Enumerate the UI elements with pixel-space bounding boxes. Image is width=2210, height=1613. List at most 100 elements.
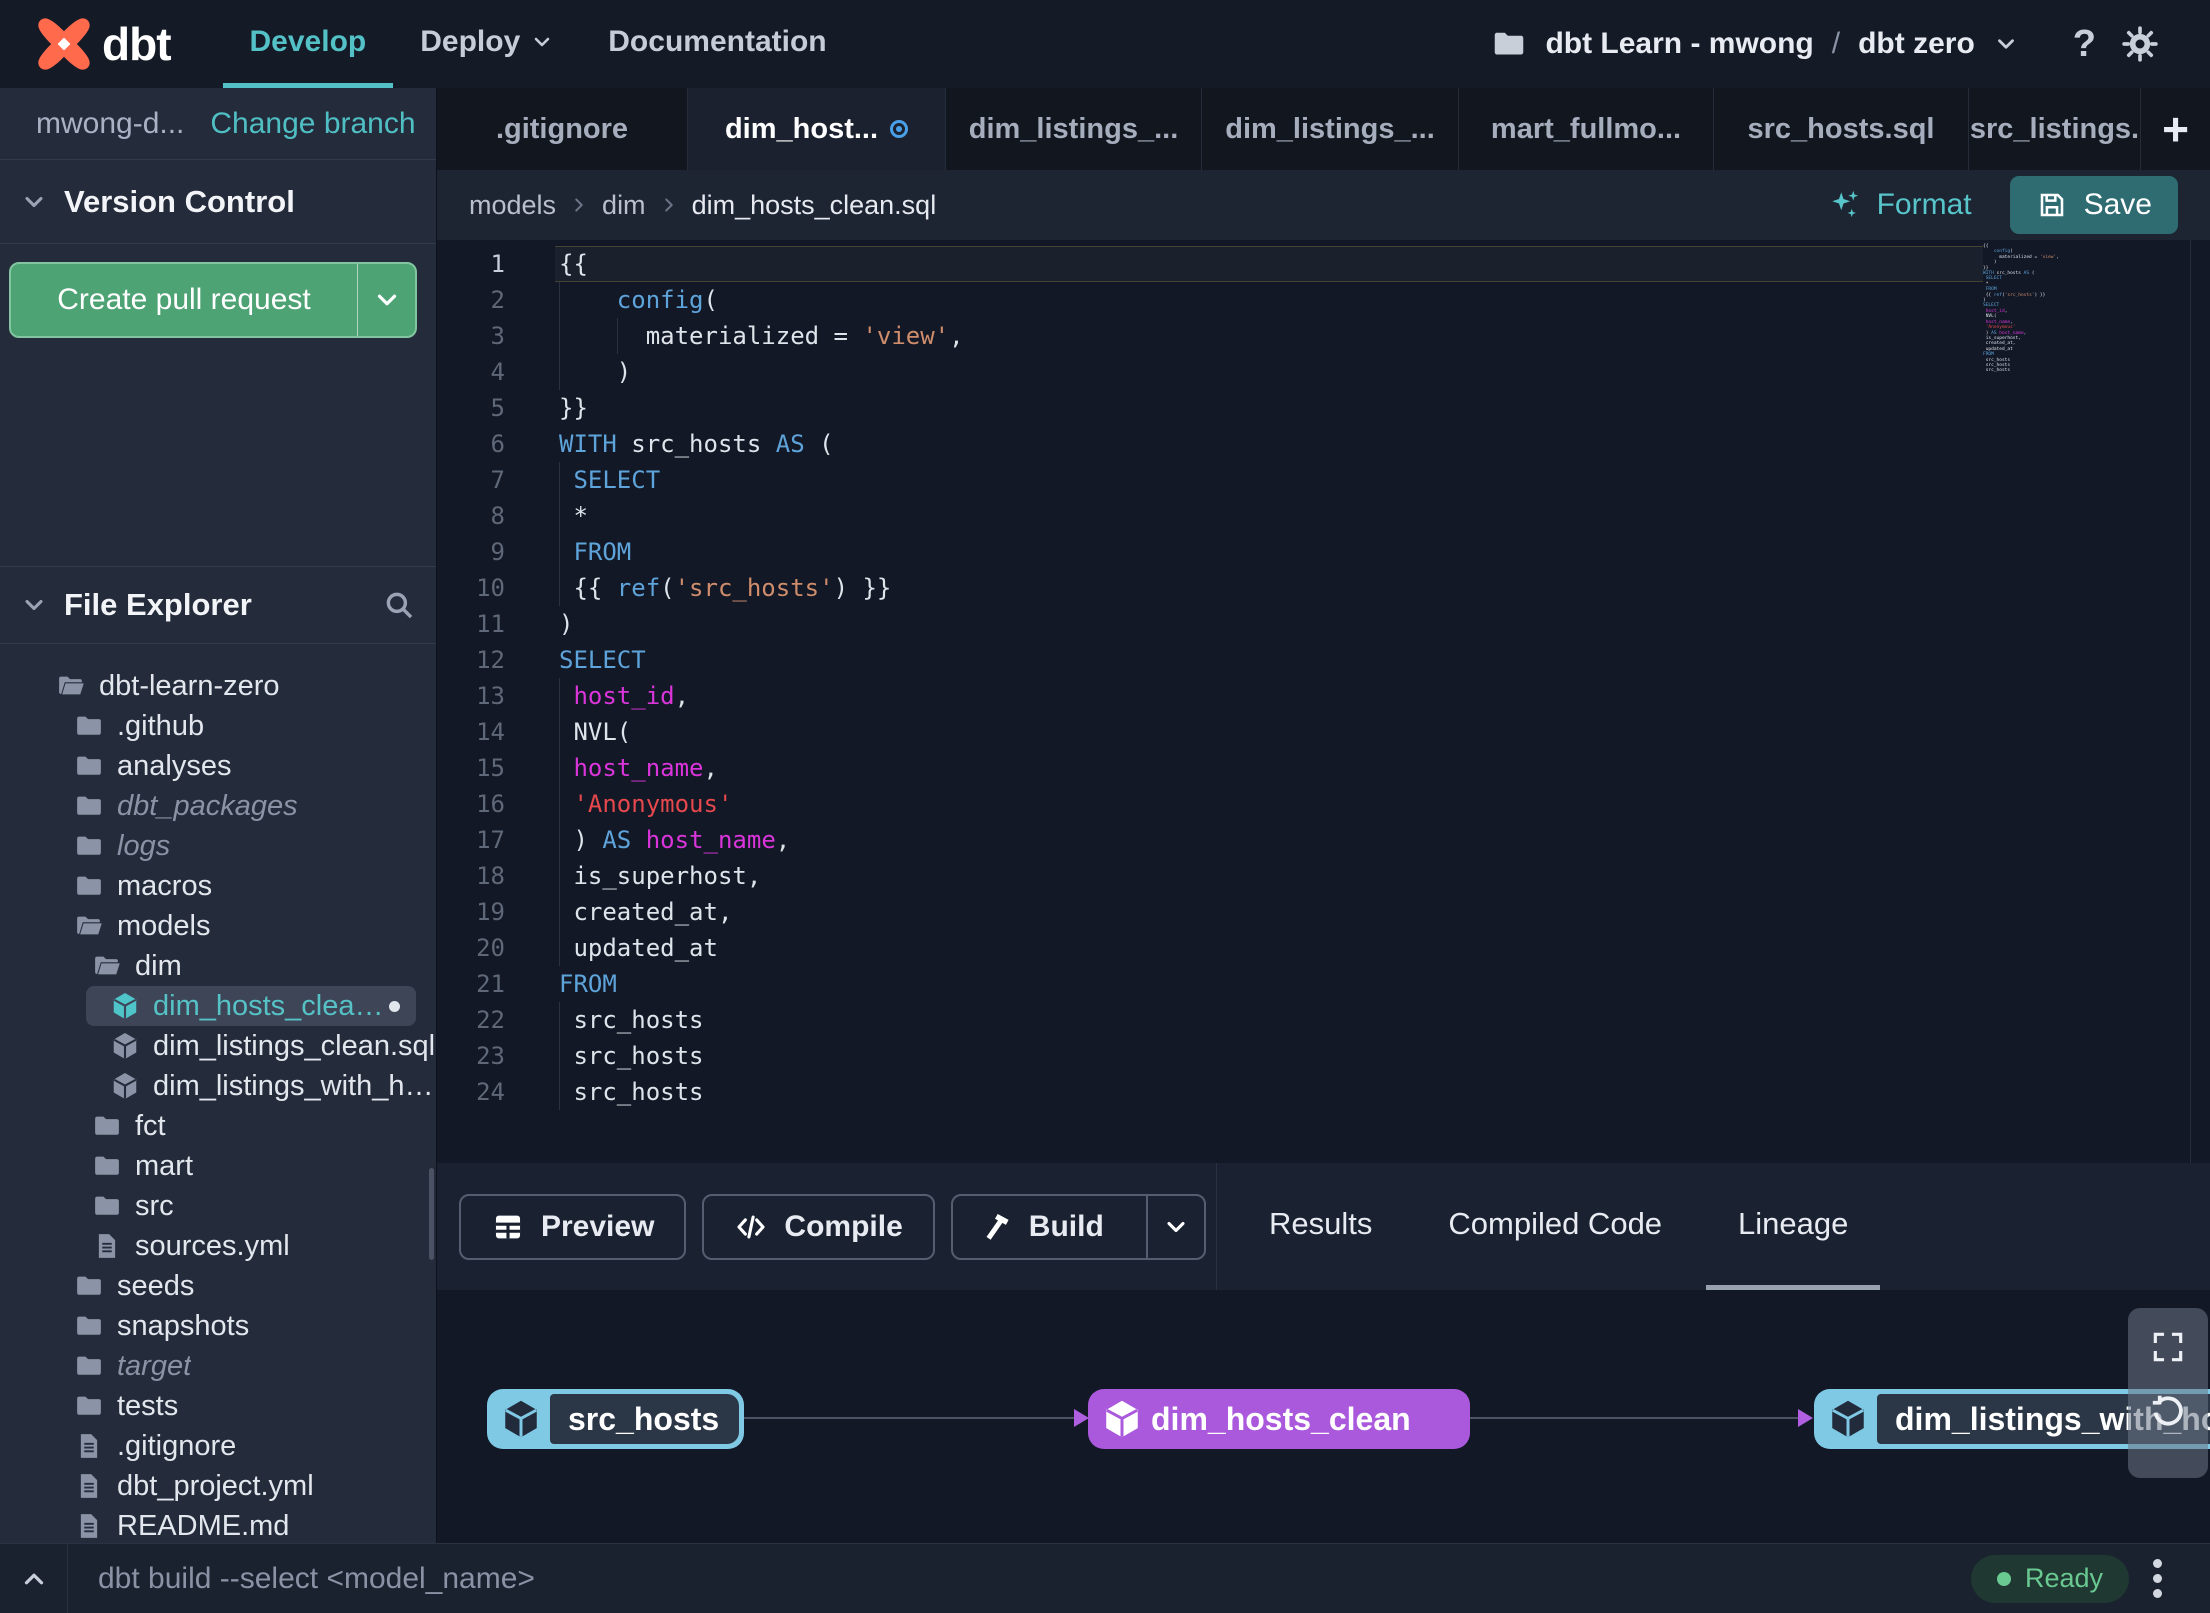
- change-branch-link[interactable]: Change branch: [210, 107, 415, 141]
- nav-develop[interactable]: Develop: [222, 0, 394, 88]
- chevron-down-icon: [372, 285, 402, 315]
- minimap-line: src_hosts: [1983, 368, 2011, 374]
- nav-documentation[interactable]: Documentation: [581, 0, 853, 88]
- file-tree-item[interactable]: analyses: [0, 746, 436, 786]
- compile-button[interactable]: Compile: [702, 1193, 935, 1260]
- dbt-logo[interactable]: dbt: [0, 16, 172, 72]
- chevron-down-icon: [1162, 1213, 1190, 1241]
- editor-tab[interactable]: src_listings.: [1969, 88, 2141, 170]
- file-tree-item[interactable]: dbt_packages: [0, 786, 436, 826]
- create-pull-request-button[interactable]: Create pull request: [9, 262, 417, 338]
- file-tree-item[interactable]: tests: [0, 1386, 436, 1426]
- help-icon[interactable]: ?: [2073, 23, 2096, 66]
- gear-icon[interactable]: [2120, 24, 2160, 64]
- lineage-node[interactable]: dim_hosts_clean: [1088, 1389, 1470, 1449]
- format-button[interactable]: Format: [1827, 187, 1972, 223]
- line-number: 11: [476, 610, 505, 638]
- lineage-node-label: src_hosts: [568, 1400, 720, 1437]
- code-area[interactable]: {{ config( materialized = 'view', )}} WIT…: [555, 246, 1983, 1110]
- lineage-edge: [744, 1417, 1074, 1419]
- nav-right-cluster: dbt Learn - mwong / dbt zero ?: [1491, 23, 2210, 66]
- panel-tab-lineage[interactable]: Lineage: [1706, 1163, 1881, 1290]
- kebab-menu-icon[interactable]: [2149, 1555, 2166, 1602]
- code-line: created_at,: [555, 894, 1983, 930]
- expand-command-bar-button[interactable]: [0, 1544, 68, 1613]
- folder-icon: [74, 791, 104, 821]
- build-button[interactable]: Build: [950, 1193, 1206, 1260]
- fullscreen-icon[interactable]: [2149, 1328, 2187, 1366]
- file-name: README.md: [117, 1509, 290, 1542]
- status-dot-icon: [1996, 1571, 2011, 1586]
- lineage-node-label: dim_hosts_clean: [1151, 1400, 1411, 1437]
- file-tree-item[interactable]: dim_listings_with_hosts...: [0, 1066, 436, 1106]
- editor-tab[interactable]: dim_listings_...: [946, 88, 1202, 170]
- file-tree-item[interactable]: dim_listings_clean.sql: [0, 1026, 436, 1066]
- status-right: Ready: [1970, 1554, 2210, 1603]
- editor-tab[interactable]: mart_fullmo...: [1459, 88, 1714, 170]
- file-tree-item[interactable]: dim_hosts_clean.sql: [86, 986, 416, 1026]
- create-pr-dropdown[interactable]: [357, 264, 415, 336]
- editor-tab[interactable]: dim_host...: [688, 88, 946, 170]
- file-tree-item[interactable]: mart: [0, 1146, 436, 1186]
- file-name: dbt-learn-zero: [99, 669, 280, 702]
- code-line: {{ ref('src_hosts') }}: [555, 570, 1983, 606]
- editor-tab[interactable]: .gitignore: [437, 88, 688, 170]
- file-tree-item[interactable]: macros: [0, 866, 436, 906]
- file-name: dim_listings_clean.sql: [153, 1029, 436, 1062]
- file-tree-item[interactable]: sources.yml: [0, 1226, 436, 1266]
- file-explorer-section[interactable]: File Explorer: [0, 566, 436, 644]
- line-number: 13: [476, 682, 505, 710]
- file-tree-item[interactable]: .github: [0, 706, 436, 746]
- file-tree-item[interactable]: .gitignore: [0, 1426, 436, 1466]
- search-icon[interactable]: [382, 588, 416, 622]
- editor-tab[interactable]: dim_listings_...: [1202, 88, 1459, 170]
- panel-tab-compiled-code[interactable]: Compiled Code: [1416, 1163, 1694, 1290]
- file-tree-item[interactable]: target: [0, 1346, 436, 1386]
- tab-label: mart_fullmo...: [1490, 112, 1682, 145]
- branch-row: mwong-d... Change branch: [0, 88, 436, 160]
- breadcrumb-item: dim: [602, 189, 646, 220]
- file-tree-item[interactable]: models: [0, 906, 436, 946]
- hammer-icon: [979, 1210, 1013, 1244]
- new-tab-button[interactable]: +: [2141, 88, 2210, 170]
- file-tree-item[interactable]: snapshots: [0, 1306, 436, 1346]
- file-tree-item[interactable]: src: [0, 1186, 436, 1226]
- indent-guide: [559, 1002, 560, 1038]
- line-number: 18: [476, 862, 505, 890]
- build-dropdown[interactable]: [1145, 1195, 1204, 1258]
- file-tree-item[interactable]: logs: [0, 826, 436, 866]
- file-tree-item[interactable]: dim: [0, 946, 436, 986]
- version-control-section[interactable]: Version Control: [0, 160, 436, 244]
- preview-button[interactable]: Preview: [459, 1193, 687, 1260]
- editor-scrollbar-track[interactable]: [2190, 240, 2191, 1163]
- editor-tab-bar: .gitignore dim_host... dim_listings_... dim…: [437, 88, 2210, 170]
- file-tree-item[interactable]: dbt_project.yml: [0, 1466, 436, 1506]
- tab-label: src_listings.: [1969, 112, 2140, 145]
- sidebar-scrollbar[interactable]: [429, 1168, 434, 1260]
- save-button[interactable]: Save: [2009, 176, 2178, 234]
- code-editor: 1 2 3 4 5 6 7 8 9 10 11 12 13 14 15 16 17 18 19 20 21 22 23 24 …: [437, 240, 2210, 1163]
- line-number: 23: [476, 1042, 505, 1070]
- refresh-icon[interactable]: [2149, 1392, 2187, 1430]
- lineage-node[interactable]: src_hosts: [487, 1389, 744, 1449]
- line-number: 22: [476, 1006, 505, 1034]
- nav-deploy-label: Deploy: [420, 24, 521, 58]
- project-selector[interactable]: dbt Learn - mwong / dbt zero: [1491, 26, 2018, 62]
- line-number: 24: [476, 1078, 505, 1106]
- command-input[interactable]: dbt build --select <model_name>: [98, 1562, 535, 1596]
- panel-tab-results[interactable]: Results: [1237, 1163, 1404, 1290]
- nav-deploy[interactable]: Deploy: [393, 0, 581, 88]
- line-number: 4: [490, 358, 505, 386]
- file-tree-item[interactable]: README.md: [0, 1506, 436, 1543]
- indent-guide: [559, 282, 560, 318]
- folder-icon: [92, 1111, 122, 1141]
- minimap[interactable]: {{ config( materialized = 'view', )}} WIT…: [1983, 244, 2093, 374]
- file-tree-item[interactable]: dbt-learn-zero: [0, 666, 436, 706]
- chevron-right-icon: [568, 194, 590, 216]
- code-line: host_name,: [555, 750, 1983, 786]
- unsaved-dot-icon: [389, 1000, 400, 1012]
- file-tree-item[interactable]: fct: [0, 1106, 436, 1146]
- build-main[interactable]: Build: [953, 1196, 1130, 1258]
- file-tree-item[interactable]: seeds: [0, 1266, 436, 1306]
- editor-tab[interactable]: src_hosts.sql: [1714, 88, 1969, 170]
